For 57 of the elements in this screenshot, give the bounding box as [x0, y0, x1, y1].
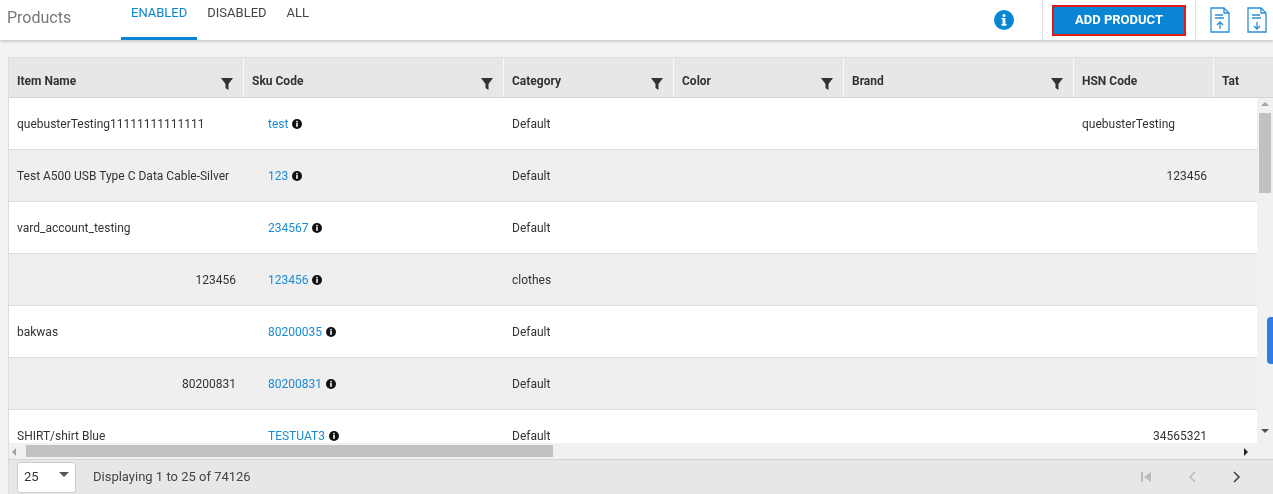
column-header: Brand [852, 73, 885, 90]
info-icon[interactable] [325, 326, 336, 337]
table-cell-text: SHIRT/shirt Blue [17, 427, 106, 443]
table-cell-text: 123456 [1166, 167, 1207, 185]
sku-link[interactable]: 123456 [268, 270, 309, 289]
page-title: Products [6, 7, 73, 29]
sku-link[interactable]: 80200035 [268, 322, 322, 341]
table-cell-text: Default [512, 427, 551, 443]
column-header: Color [682, 73, 712, 90]
page-size-value: 25 [24, 468, 39, 487]
vertical-scrollbar[interactable] [1257, 98, 1273, 443]
sku-link[interactable]: 80200831 [268, 374, 322, 393]
info-icon[interactable] [325, 378, 336, 389]
info-icon[interactable] [292, 170, 303, 181]
table-cell-text: 123456 [195, 271, 236, 289]
page-size-select[interactable]: 25 [17, 461, 76, 493]
next-page-icon[interactable] [1233, 471, 1241, 483]
filter-icon[interactable] [481, 78, 493, 90]
column-header: Sku Code [252, 73, 305, 90]
pagination-summary: Displaying 1 to 25 of 74126 [93, 468, 251, 487]
column-header: Category [512, 73, 562, 90]
info-icon[interactable] [312, 222, 323, 233]
table-cell-text: Default [512, 375, 551, 393]
tab[interactable]: ALL [276, 0, 320, 40]
table-cell-text: 34565321 [1153, 427, 1207, 443]
table-cell-text: quebusterTesting11111111111111 [17, 115, 205, 133]
table-cell-text: Test A500 USB Type C Data Cable-Silver [17, 167, 230, 185]
table-cell-text: bakwas [17, 323, 59, 341]
filter-icon[interactable] [1051, 78, 1063, 90]
sku-link[interactable]: test [268, 114, 289, 133]
filter-icon[interactable] [651, 78, 663, 90]
sku-link[interactable]: 234567 [268, 218, 309, 237]
info-icon[interactable] [312, 274, 323, 285]
table-cell-text: 80200831 [182, 375, 236, 393]
tab[interactable]: ENABLED [121, 0, 198, 40]
table-cell-text: clothes [512, 271, 552, 289]
side-handle[interactable] [1267, 317, 1273, 364]
column-header: Item Name [17, 73, 78, 90]
sku-link[interactable]: TESTUAT3 [268, 426, 325, 443]
tab[interactable]: DISABLED [197, 0, 277, 40]
horizontal-scrollbar[interactable] [9, 443, 1273, 460]
column-header: Tat [1222, 73, 1241, 90]
filter-icon[interactable] [821, 78, 833, 90]
table-cell-text: Default [512, 323, 551, 341]
info-icon[interactable] [292, 118, 303, 129]
info-icon[interactable] [328, 430, 339, 441]
table-cell-text: Default [512, 115, 551, 133]
table-cell-text: vard_account_testing [17, 219, 131, 237]
add-product-button[interactable]: ADD PRODUCT [1052, 4, 1186, 36]
file-download-icon[interactable] [1247, 7, 1267, 33]
table-cell-text: Default [512, 167, 551, 185]
table-cell-text: Default [512, 219, 551, 237]
sku-link[interactable]: 123 [268, 166, 289, 185]
table-cell-text: quebusterTesting [1082, 115, 1176, 133]
filter-icon[interactable] [221, 78, 233, 90]
file-upload-icon[interactable] [1210, 7, 1230, 33]
column-header: HSN Code [1082, 73, 1139, 90]
